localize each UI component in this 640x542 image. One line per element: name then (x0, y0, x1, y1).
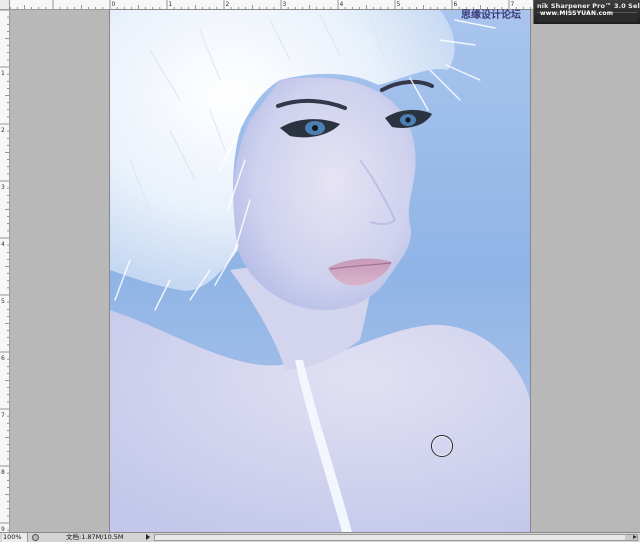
ruler-number: 6 (1, 355, 5, 362)
plugin-title: nik Sharpener Pro™ 3.0 Selective (537, 2, 640, 10)
scroll-right-arrow-icon[interactable] (633, 535, 637, 539)
document-canvas[interactable] (110, 10, 530, 532)
photoshop-window: 01234567 123456789 思缘设计论坛 nik Sharpener … (0, 0, 640, 542)
vertical-ruler-ticks: 123456789 (0, 10, 9, 532)
document-size-info: 文档:1.87M/10.5M (66, 533, 124, 541)
ruler-number: 3 (283, 1, 287, 8)
status-info-icon[interactable] (32, 534, 39, 541)
ruler-number: 4 (340, 1, 344, 8)
brush-cursor-icon (431, 435, 453, 457)
ruler-number: 8 (1, 469, 5, 476)
ruler-number: 7 (1, 412, 5, 419)
portrait-photo (110, 10, 530, 532)
vertical-ruler[interactable]: 123456789 (0, 10, 10, 532)
status-menu-arrow-icon[interactable] (146, 534, 150, 540)
ruler-number: 2 (226, 1, 230, 8)
ruler-origin[interactable] (0, 0, 10, 10)
ruler-number: 3 (1, 184, 5, 191)
ruler-number: 1 (1, 70, 5, 77)
ruler-number: 0 (112, 1, 116, 8)
watermark-text: 思缘设计论坛 (461, 10, 521, 21)
zoom-level-field[interactable]: 100% (2, 533, 28, 542)
ruler-number: 6 (454, 1, 458, 8)
scrollbar-thumb[interactable] (155, 535, 625, 540)
ruler-number: 4 (1, 241, 5, 248)
watermark-url: www.MISSYUAN.com (540, 10, 614, 17)
ruler-number: 5 (397, 1, 401, 8)
ruler-number: 1 (169, 1, 173, 8)
ruler-number: 5 (1, 298, 5, 305)
horizontal-scrollbar[interactable] (154, 534, 638, 541)
status-bar: 100% 文档:1.87M/10.5M (0, 532, 640, 542)
ruler-number: 2 (1, 127, 5, 134)
